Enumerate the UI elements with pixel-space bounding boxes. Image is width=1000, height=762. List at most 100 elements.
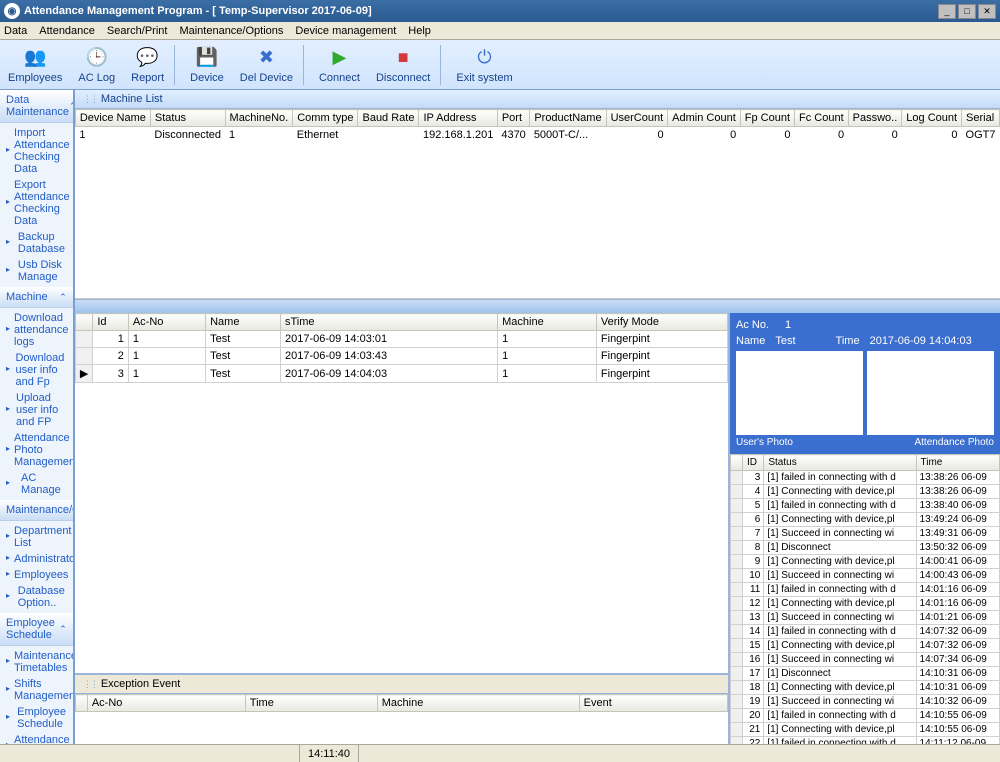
sidebar-item-backup-database[interactable]: ▸Backup Database: [0, 229, 73, 257]
event-row[interactable]: 6[1] Connecting with device,pl13:49:24 0…: [731, 513, 1000, 527]
col-header[interactable]: Event: [579, 695, 727, 712]
event-row[interactable]: 15[1] Connecting with device,pl14:07:32 …: [731, 639, 1000, 653]
exception-table[interactable]: Ac-NoTimeMachineEvent: [75, 694, 728, 744]
col-header[interactable]: Fp Count: [740, 110, 794, 127]
event-row[interactable]: 8[1] Disconnect13:50:32 06-09: [731, 541, 1000, 555]
col-header[interactable]: Name: [206, 314, 281, 331]
col-header[interactable]: Serial: [962, 110, 1000, 127]
sidebar-item-database-option-[interactable]: ▸Database Option..: [0, 583, 73, 611]
col-header[interactable]: IP Address: [419, 110, 497, 127]
event-row[interactable]: 14[1] failed in connecting with d14:07:3…: [731, 625, 1000, 639]
col-header[interactable]: Baud Rate: [358, 110, 419, 127]
sidebar-item-employee-schedule[interactable]: ▸Employee Schedule: [0, 704, 73, 732]
event-row[interactable]: 7[1] Succeed in connecting wi13:49:31 06…: [731, 527, 1000, 541]
col-header[interactable]: Passwo..: [848, 110, 902, 127]
event-row[interactable]: 18[1] Connecting with device,pl14:10:31 …: [731, 681, 1000, 695]
event-row[interactable]: 11[1] failed in connecting with d14:01:1…: [731, 583, 1000, 597]
col-header[interactable]: Id: [93, 314, 129, 331]
event-row[interactable]: 10[1] Succeed in connecting wi14:00:43 0…: [731, 569, 1000, 583]
panel-header-employee-schedule[interactable]: Employee Schedule⌃: [0, 613, 73, 646]
toolbar-connect[interactable]: ▶Connect: [311, 44, 368, 86]
col-header[interactable]: Machine: [498, 314, 597, 331]
col-header[interactable]: UserCount: [606, 110, 668, 127]
machine-list-table[interactable]: Device NameStatusMachineNo.Comm typeBaud…: [75, 109, 1000, 299]
col-header[interactable]: Status: [764, 455, 916, 471]
event-row[interactable]: 17[1] Disconnect14:10:31 06-09: [731, 667, 1000, 681]
sidebar-item-attendance-photo-management[interactable]: ▸Attendance Photo Management: [0, 430, 73, 470]
sidebar-item-attendance-rule[interactable]: ▸Attendance Rule: [0, 732, 73, 744]
sidebar-item-export-attendance-checking-data[interactable]: ▸Export Attendance Checking Data: [0, 177, 73, 229]
cell: 14: [743, 625, 764, 639]
sidebar-item-maintenance-timetables[interactable]: ▸Maintenance Timetables: [0, 648, 73, 676]
sidebar-item-import-attendance-checking-data[interactable]: ▸Import Attendance Checking Data: [0, 125, 73, 177]
toolbar-ac-log[interactable]: 🕒AC Log: [70, 44, 123, 86]
sidebar-item-ac-manage[interactable]: ▸AC Manage: [0, 470, 73, 498]
maximize-button[interactable]: □: [958, 4, 976, 19]
col-header[interactable]: MachineNo.: [225, 110, 293, 127]
minimize-button[interactable]: _: [938, 4, 956, 19]
col-header[interactable]: Machine: [377, 695, 579, 712]
menu-device-management[interactable]: Device management: [295, 25, 396, 37]
device-row[interactable]: 1Disconnected1Ethernet192.168.1.20143705…: [75, 127, 999, 144]
panel-header-machine[interactable]: Machine⌃: [0, 287, 73, 308]
event-log[interactable]: IDStatusTime3[1] failed in connecting wi…: [730, 454, 1000, 744]
col-header[interactable]: Fc Count: [795, 110, 849, 127]
toolbar-device[interactable]: 💾Device: [182, 44, 232, 86]
menu-attendance[interactable]: Attendance: [39, 25, 95, 37]
sidebar-item-employees[interactable]: ▸Employees: [0, 567, 73, 583]
sidebar-item-upload-user-info-and-fp[interactable]: ▸Upload user info and FP: [0, 390, 73, 430]
col-header[interactable]: Status: [150, 110, 225, 127]
cell: 19: [743, 695, 764, 709]
sidebar-item-download-user-info-and-fp[interactable]: ▸Download user info and Fp: [0, 350, 73, 390]
record-row[interactable]: 21Test2017-06-09 14:03:431Fingerpint: [75, 348, 727, 365]
event-row[interactable]: 20[1] failed in connecting with d14:10:5…: [731, 709, 1000, 723]
col-header[interactable]: ProductName: [530, 110, 606, 127]
sidebar-item-department-list[interactable]: ▸Department List: [0, 523, 73, 551]
menu-data[interactable]: Data: [4, 25, 27, 37]
sidebar-item-usb-disk-manage[interactable]: ▸Usb Disk Manage: [0, 257, 73, 285]
col-header[interactable]: Log Count: [902, 110, 962, 127]
col-header[interactable]: Time: [245, 695, 377, 712]
toolbar-exit-system[interactable]: ⏻Exit system: [448, 44, 520, 86]
close-button[interactable]: ✕: [978, 4, 996, 19]
event-row[interactable]: 3[1] failed in connecting with d13:38:26…: [731, 471, 1000, 485]
event-row[interactable]: 12[1] Connecting with device,pl14:01:16 …: [731, 597, 1000, 611]
col-header[interactable]: Device Name: [75, 110, 150, 127]
col-header[interactable]: Ac-No: [87, 695, 245, 712]
col-header[interactable]: Verify Mode: [596, 314, 727, 331]
cell: 14:10:55 06-09: [916, 709, 999, 723]
menu-maintenance-options[interactable]: Maintenance/Options: [179, 25, 283, 37]
col-header[interactable]: Comm type: [293, 110, 358, 127]
event-row[interactable]: 13[1] Succeed in connecting wi14:01:21 0…: [731, 611, 1000, 625]
panel-header-data-maintenance[interactable]: Data Maintenance⌃: [0, 90, 73, 123]
cell: 5000T-C/...: [530, 127, 606, 144]
sidebar-item-download-attendance-logs[interactable]: ▸Download attendance logs: [0, 310, 73, 350]
col-header[interactable]: ID: [743, 455, 764, 471]
event-row[interactable]: 9[1] Connecting with device,pl14:00:41 0…: [731, 555, 1000, 569]
event-row[interactable]: 4[1] Connecting with device,pl13:38:26 0…: [731, 485, 1000, 499]
col-header[interactable]: Ac-No: [128, 314, 205, 331]
toolbar-del-device[interactable]: ✖Del Device: [232, 44, 301, 86]
toolbar-report[interactable]: 💬Report: [123, 44, 172, 86]
col-header[interactable]: Admin Count: [668, 110, 741, 127]
event-row[interactable]: 5[1] failed in connecting with d13:38:40…: [731, 499, 1000, 513]
event-row[interactable]: 16[1] Succeed in connecting wi14:07:34 0…: [731, 653, 1000, 667]
event-row[interactable]: 21[1] Connecting with device,pl14:10:55 …: [731, 723, 1000, 737]
record-row[interactable]: 11Test2017-06-09 14:03:011Fingerpint: [75, 331, 727, 348]
sidebar-item-shifts-management[interactable]: ▸Shifts Management: [0, 676, 73, 704]
toolbar-disconnect[interactable]: ■Disconnect: [368, 44, 438, 86]
horizontal-scrollbar[interactable]: [75, 299, 1000, 313]
panel-header-maintenance-options[interactable]: Maintenance/Options⌃: [0, 500, 73, 521]
event-row[interactable]: 19[1] Succeed in connecting wi14:10:32 0…: [731, 695, 1000, 709]
col-header[interactable]: Port: [497, 110, 529, 127]
col-header[interactable]: sTime: [280, 314, 497, 331]
menu-help[interactable]: Help: [408, 25, 431, 37]
toolbar-employees[interactable]: 👥Employees: [0, 44, 70, 86]
col-header[interactable]: Time: [916, 455, 999, 471]
machine-list-header: Machine List: [75, 90, 1000, 109]
records-table[interactable]: IdAc-NoNamesTimeMachineVerify Mode11Test…: [75, 313, 728, 673]
event-row[interactable]: 22[1] failed in connecting with d14:11:1…: [731, 737, 1000, 745]
sidebar-item-administrator[interactable]: ▸Administrator: [0, 551, 73, 567]
menu-search-print[interactable]: Search/Print: [107, 25, 168, 37]
record-row[interactable]: ▶31Test2017-06-09 14:04:031Fingerpint: [75, 365, 727, 383]
